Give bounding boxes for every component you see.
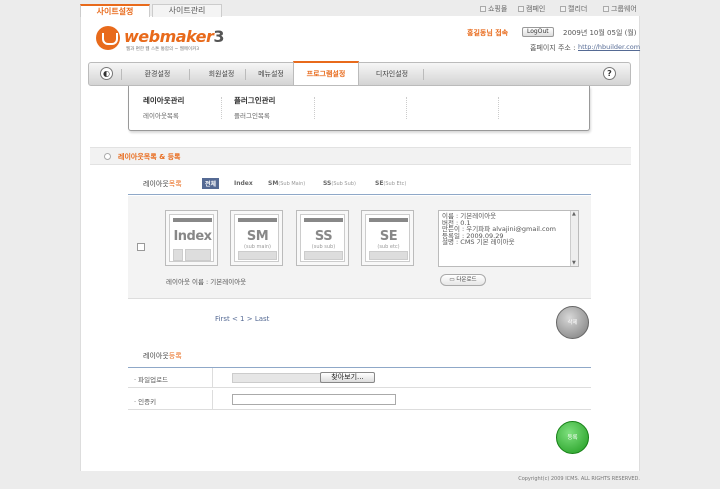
filter-index[interactable]: Index bbox=[234, 180, 253, 187]
top-link-calendar[interactable]: 캘리더 bbox=[560, 4, 587, 14]
tab-site-management[interactable]: 사이트관리 bbox=[152, 4, 222, 17]
user-greeting: 홍길동님 접속 bbox=[467, 29, 509, 37]
current-date: 2009년 10월 05일 (월) bbox=[563, 29, 637, 37]
logo[interactable]: webmaker3 bbox=[124, 27, 224, 46]
register-submit-button[interactable]: 등록 bbox=[556, 421, 589, 454]
download-button[interactable]: ▭ 다운로드 bbox=[440, 274, 486, 286]
nav-item-program[interactable]: 프로그램설정 bbox=[293, 61, 359, 85]
browse-button[interactable]: 찾아보기... bbox=[320, 372, 375, 383]
tab-layout-list[interactable]: 레이아웃목록 bbox=[143, 179, 182, 189]
layout-select-checkbox[interactable] bbox=[137, 243, 145, 251]
layout-info-textarea[interactable]: 이름 : 기본레이아웃 버전 : 0.1 만든이 : 우기파파 alvajini… bbox=[438, 210, 579, 267]
nav-item-design[interactable]: 디자인설정 bbox=[365, 63, 419, 85]
submenu-layout-manage[interactable]: 레이아웃관리 bbox=[143, 95, 184, 106]
thumb-ss[interactable]: SS (sub sub) bbox=[296, 210, 349, 266]
thumb-sm[interactable]: SM (sub main) bbox=[230, 210, 283, 266]
nav-item-member[interactable]: 회원설정 bbox=[193, 63, 250, 85]
tab-site-settings[interactable]: 사이트설정 bbox=[80, 4, 150, 17]
thumb-index[interactable]: Index bbox=[165, 210, 218, 266]
filter-ss[interactable]: SS(Sub Sub) bbox=[323, 180, 356, 187]
help-icon[interactable]: ? bbox=[603, 67, 616, 80]
auth-key-label: · 인증키 bbox=[134, 398, 157, 406]
shop-icon bbox=[480, 6, 486, 12]
file-path-input[interactable] bbox=[232, 373, 322, 383]
submenu-plugin-list[interactable]: 플러그인목록 bbox=[234, 110, 270, 120]
submenu-layout-list[interactable]: 레이아웃목록 bbox=[143, 110, 179, 120]
filter-sm[interactable]: SM(Sub Main) bbox=[268, 180, 305, 187]
calendar-icon bbox=[560, 6, 566, 12]
home-icon[interactable]: ◐ bbox=[100, 67, 113, 80]
program-submenu: 레이아웃관리 레이아웃목록 플러그인관리 플러그인목록 bbox=[128, 86, 590, 131]
groupware-icon bbox=[603, 6, 609, 12]
main-nav: ◐ 환경설정 회원설정 메뉴설정 프로그램설정 디자인설정 ? bbox=[88, 61, 631, 86]
logo-icon bbox=[96, 26, 120, 50]
file-upload-row: · 파일업로드 찾아보기... bbox=[128, 368, 591, 388]
nav-item-env[interactable]: 환경설정 bbox=[129, 63, 186, 85]
section-title: 레이아웃목록 & 등록 bbox=[118, 153, 181, 161]
top-link-groupware[interactable]: 그룹웨어 bbox=[603, 4, 637, 14]
delete-button[interactable]: 삭제 bbox=[556, 306, 589, 339]
top-link-shop[interactable]: 쇼핑몰 bbox=[480, 4, 507, 14]
campaign-icon bbox=[518, 6, 524, 12]
section-bullet-icon bbox=[104, 153, 111, 160]
submenu-plugin-manage[interactable]: 플러그인관리 bbox=[234, 95, 275, 106]
filter-se[interactable]: SE(Sub Etc) bbox=[375, 180, 406, 187]
thumb-se[interactable]: SE (sub etc) bbox=[361, 210, 414, 266]
top-link-campaign[interactable]: 캠페인 bbox=[518, 4, 545, 14]
logout-button[interactable]: LogOut bbox=[522, 27, 554, 37]
filter-all[interactable]: 전체 bbox=[202, 178, 220, 189]
homepage-label: 홈페이지 주소 : bbox=[530, 44, 576, 52]
file-upload-label: · 파일업로드 bbox=[134, 376, 169, 384]
tab-layout-register[interactable]: 레이아웃등록 bbox=[143, 351, 182, 361]
auth-key-input[interactable] bbox=[232, 394, 396, 405]
pagination[interactable]: First < 1 > Last bbox=[215, 315, 269, 323]
info-scrollbar[interactable] bbox=[570, 211, 578, 266]
copyright: Copyright(c) 2009 ICMS. ALL RIGHTS RESER… bbox=[518, 476, 640, 482]
homepage-url-link[interactable]: http://hbuilder.com bbox=[578, 43, 640, 51]
nav-item-menu[interactable]: 메뉴설정 bbox=[247, 63, 295, 85]
logo-tagline: 웹과 편한 웹 스톤 통합의 ~ 웹메이커3 bbox=[126, 47, 200, 52]
auth-key-row: · 인증키 bbox=[128, 390, 591, 410]
layout-name: 레이아웃 이름 : 기본레이아웃 bbox=[166, 278, 247, 286]
